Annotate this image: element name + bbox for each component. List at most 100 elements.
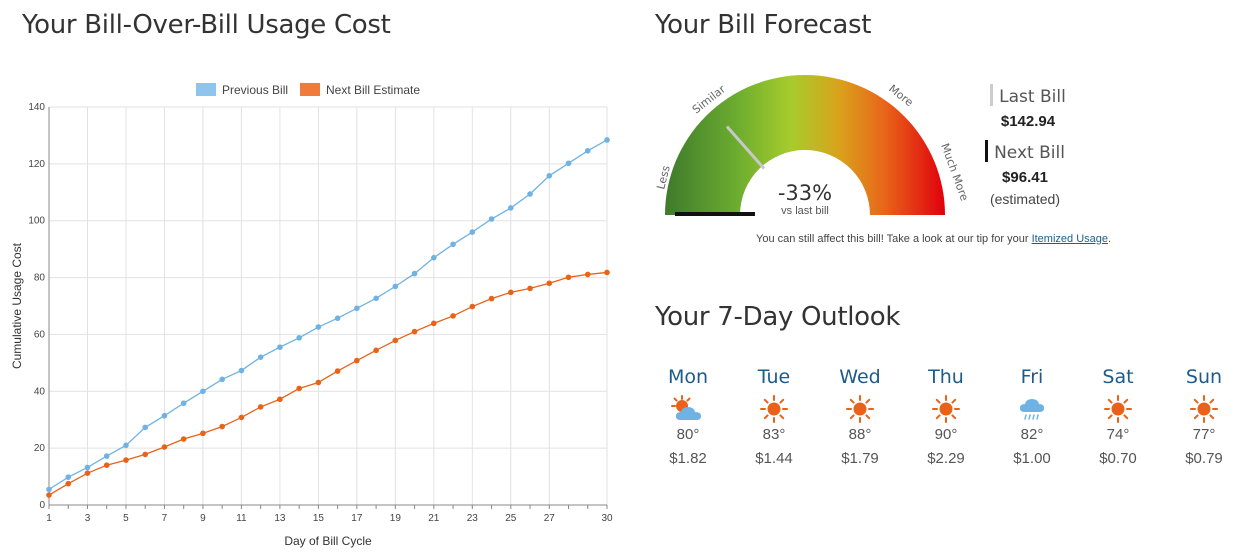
partly-cloudy-icon <box>648 392 728 426</box>
series-point-1 <box>604 269 610 276</box>
day-name: Mon <box>667 366 709 388</box>
day-cost: $1.82 <box>669 450 707 467</box>
series-point-1 <box>277 396 283 403</box>
x-tick-label: 19 <box>390 513 402 524</box>
series-point-0 <box>180 400 187 407</box>
series-point-1 <box>84 470 91 476</box>
sun-icon <box>820 392 900 426</box>
series-point-0 <box>46 486 52 493</box>
day-temperature: 80° <box>676 426 700 443</box>
rain-cloud-icon <box>992 392 1072 426</box>
series-point-1 <box>373 347 379 354</box>
y-tick-label: 80 <box>34 273 46 284</box>
tip-text: You can still affect this bill! Take a l… <box>756 233 1112 245</box>
day-name: Sun <box>1185 366 1223 388</box>
x-tick-label: 27 <box>544 513 556 524</box>
series-point-1 <box>411 328 418 335</box>
x-tick-label: 15 <box>313 513 325 524</box>
series-point-0 <box>142 424 149 431</box>
next-bill-marker <box>985 140 989 162</box>
series-point-1 <box>238 414 245 421</box>
series-point-0 <box>84 464 91 471</box>
last-bill-amount: $142.94 <box>1000 113 1056 130</box>
x-tick-label: 17 <box>351 513 363 524</box>
series-point-1 <box>103 462 110 469</box>
y-tick-label: 100 <box>28 216 45 227</box>
series-point-1 <box>488 295 495 302</box>
bill-forecast-gauge: -33%vs last billLessSimilar MoreMuch More <box>654 75 970 217</box>
day-temperature: 90° <box>934 426 958 443</box>
series-line-1 <box>48 271 608 496</box>
series-point-0 <box>296 335 302 341</box>
last-bill-marker <box>990 84 994 106</box>
x-tick-label: 25 <box>505 513 517 524</box>
sun-icon <box>1078 392 1158 426</box>
x-tick-label: 21 <box>428 513 440 524</box>
day-cost: $2.29 <box>927 450 965 467</box>
day-name: Sat <box>1102 366 1134 388</box>
x-tick-label: 9 <box>200 513 206 524</box>
series-point-1 <box>565 274 572 281</box>
day-cost: $1.00 <box>1013 450 1051 467</box>
usage-chart-title: Your Bill-Over-Bill Usage Cost <box>22 10 391 40</box>
series-point-0 <box>527 191 533 197</box>
forecast-day-wed: Wed 88° $1.79 <box>820 366 900 467</box>
series-point-0 <box>315 324 322 330</box>
day-temperature: 82° <box>1020 426 1044 443</box>
day-temperature: 88° <box>848 426 872 443</box>
legend-label-0: Previous Bill <box>222 83 288 97</box>
series-point-0 <box>507 205 514 211</box>
itemized-usage-link[interactable]: Itemized Usage <box>1032 233 1108 245</box>
series-point-0 <box>123 442 129 449</box>
series-point-1 <box>142 451 149 458</box>
x-tick-label: 1 <box>46 513 52 524</box>
series-point-0 <box>450 241 456 248</box>
series-point-0 <box>200 388 206 395</box>
series-point-1 <box>469 303 476 310</box>
x-tick-label: 13 <box>274 513 286 524</box>
y-tick-label: 0 <box>39 500 45 511</box>
series-point-0 <box>65 474 72 480</box>
sun-icon <box>906 392 986 426</box>
day-name: Wed <box>839 366 881 388</box>
series-point-1 <box>431 320 437 327</box>
x-tick-label: 11 <box>236 513 247 524</box>
series-point-1 <box>450 313 456 319</box>
series-point-1 <box>296 385 302 392</box>
series-point-1 <box>123 457 129 463</box>
y-axis-label: Cumulative Usage Cost <box>10 242 24 369</box>
y-tick-label: 60 <box>34 329 46 340</box>
forecast-day-tue: Tue 83° $1.44 <box>734 366 814 467</box>
forecast-day-sat: Sat 74° $0.70 <box>1078 366 1158 467</box>
series-point-1 <box>527 285 533 292</box>
day-temperature: 83° <box>762 426 786 443</box>
outlook-title: Your 7-Day Outlook <box>655 302 901 332</box>
x-tick-label: 30 <box>601 513 613 524</box>
forecast-day-sun: Sun 77° $0.79 <box>1164 366 1244 467</box>
x-tick-label: 7 <box>162 513 168 524</box>
y-tick-label: 140 <box>28 102 45 113</box>
series-point-1 <box>334 368 341 374</box>
series-point-1 <box>65 480 72 487</box>
legend-label-1: Next Bill Estimate <box>326 83 420 97</box>
forecast-day-mon: Mon 80° $1.82 <box>648 366 728 467</box>
last-bill-block: Last Bill $142.94 <box>983 84 1073 130</box>
series-point-1 <box>546 280 553 287</box>
series-point-0 <box>584 147 591 154</box>
last-bill-label: Last Bill <box>999 87 1066 107</box>
series-point-0 <box>565 160 572 167</box>
series-point-0 <box>373 295 379 302</box>
next-bill-label: Next Bill <box>994 143 1065 163</box>
legend-swatch-1 <box>300 83 320 96</box>
day-name: Thu <box>928 366 964 388</box>
series-point-1 <box>354 357 360 364</box>
sun-icon <box>1164 392 1244 426</box>
next-bill-note: (estimated) <box>989 191 1061 207</box>
legend-swatch-0 <box>196 83 216 96</box>
gauge-subtext: vs last bill <box>781 205 829 217</box>
day-name: Tue <box>757 366 791 388</box>
series-point-0 <box>431 254 437 261</box>
series-point-0 <box>392 283 399 290</box>
day-cost: $1.79 <box>841 450 879 467</box>
x-axis-label: Day of Bill Cycle <box>284 534 372 548</box>
